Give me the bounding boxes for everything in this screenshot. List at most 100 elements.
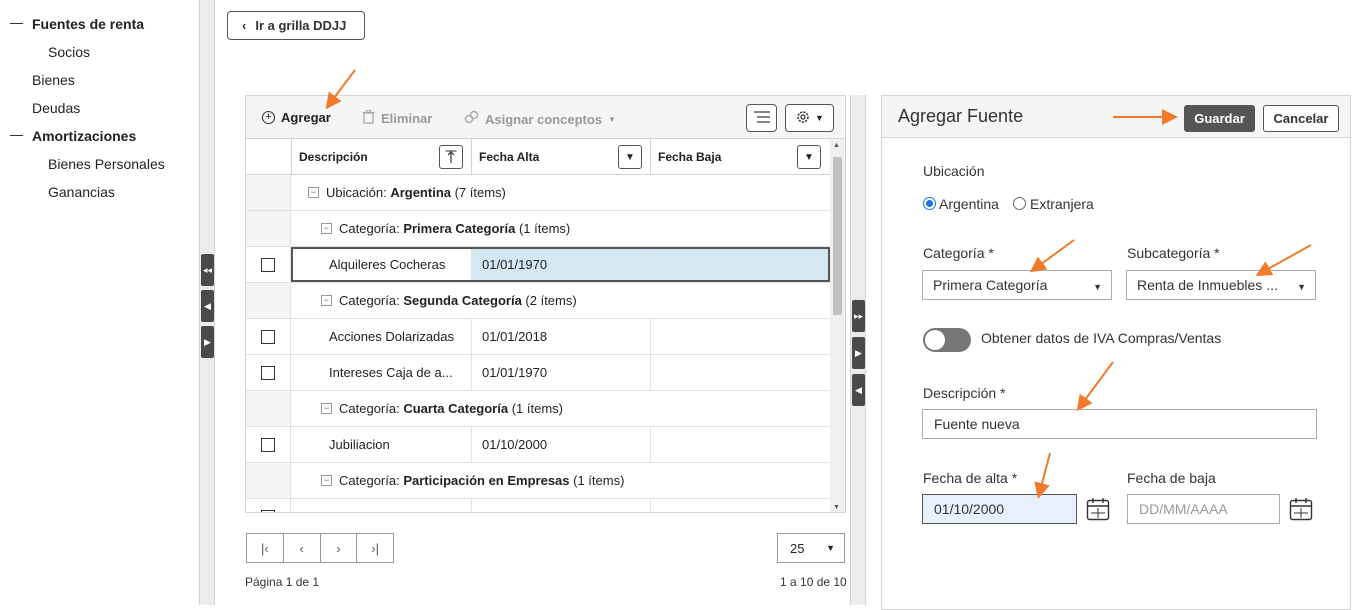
cell-fecha-baja[interactable] [650,427,830,462]
group-header[interactable]: − Categoría: Cuarta Categoría (1 ítems) [321,391,563,426]
row-checkbox[interactable] [261,366,275,380]
prev-page-icon[interactable]: ‹ [284,534,321,562]
scroll-down-icon[interactable]: ▼ [833,504,840,511]
row-checkbox[interactable] [261,438,275,452]
sidebar-item-bienes-personales[interactable]: Bienes Personales [48,156,165,172]
grid-vertical-scrollbar[interactable]: ▲ ▼ [830,139,845,512]
column-header-fecha-alta[interactable]: Fecha Alta ▼ [471,139,650,175]
cell-fecha-alta[interactable]: 01/01/2018 [471,319,650,354]
date-baja-input[interactable]: DD/MM/AAAA [1127,494,1280,524]
radio-argentina[interactable] [923,197,936,210]
row-selector-cell [246,391,291,426]
collapse-group-icon[interactable]: − [321,223,332,234]
page-size-select[interactable]: 25 ▼ [777,533,845,563]
grouping-button[interactable] [746,104,777,132]
table-row[interactable]: Alquileres Cocheras 01/01/1970 [246,247,830,283]
cell-fecha-baja[interactable] [650,499,830,512]
delete-button[interactable]: Eliminar [362,110,432,127]
next-page-icon[interactable]: › [321,534,358,562]
cell-fecha-alta[interactable] [471,499,650,512]
group-header[interactable]: − Ubicación: Argentina (7 ítems) [308,175,506,210]
group-prefix: Categoría: [339,473,404,488]
collapse-dash-icon[interactable] [10,23,23,24]
collapse-group-icon[interactable]: − [321,403,332,414]
expand-right-icon[interactable]: ▶ [852,337,865,369]
collapse-group-icon[interactable]: − [308,187,319,198]
row-checkbox[interactable] [261,258,275,272]
sort-ascending-icon[interactable] [439,145,463,169]
date-alta-label: Fecha de alta * [923,470,1018,486]
cell-fecha-baja[interactable] [650,319,830,354]
group-header[interactable]: − Categoría: Participación en Empresas (1… [321,463,624,498]
date-alta-input[interactable]: 01/10/2000 [922,494,1077,524]
radio-extranjera-label[interactable]: Extranjera [1030,196,1094,212]
assign-concepts-button[interactable]: Asignar conceptos ▼ [464,110,616,128]
group-prefix: Ubicación: [326,185,391,200]
table-row[interactable]: Intereses Caja de a... 01/01/1970 [246,355,830,391]
sidebar-item-amortizaciones[interactable]: Amortizaciones [32,128,136,144]
calendar-icon[interactable] [1289,497,1313,521]
row-selector-cell [246,319,291,354]
collapse-dash-icon[interactable] [10,135,23,136]
column-menu-icon[interactable]: ▼ [618,145,642,169]
sidebar-item-bienes[interactable]: Bienes [32,72,75,88]
last-page-icon[interactable]: ›| [357,534,393,562]
group-count: (1 ítems) [569,473,625,488]
cancel-button[interactable]: Cancelar [1263,105,1339,132]
expand-all-icon[interactable]: ▸▸ [852,300,865,332]
radio-extranjera[interactable] [1013,197,1026,210]
collapse-group-icon[interactable]: − [321,475,332,486]
group-row[interactable]: − Categoría: Participación en Empresas (1… [246,463,830,499]
row-checkbox[interactable] [261,330,275,344]
description-input[interactable]: Fuente nueva [922,409,1317,439]
group-row[interactable]: − Categoría: Primera Categoría (1 ítems) [246,211,830,247]
add-source-panel: Agregar Fuente Guardar Cancelar Ubicació… [881,95,1351,610]
cell-fecha-alta[interactable]: 01/01/1970 [471,355,650,390]
sources-grid: + Agregar Eliminar Asignar conceptos ▼ ▼… [245,95,846,513]
settings-button[interactable]: ▼ [785,104,834,132]
group-row[interactable]: − Ubicación: Argentina (7 ítems) [246,175,830,211]
add-button[interactable]: + Agregar [262,110,331,125]
cell-fecha-alta[interactable]: 01/10/2000 [471,427,650,462]
sidebar-item-fuentes-de-renta[interactable]: Fuentes de renta [32,16,144,32]
radio-argentina-label[interactable]: Argentina [939,196,999,212]
scroll-up-icon[interactable]: ▲ [833,142,840,149]
row-selector-cell [246,283,291,318]
group-header[interactable]: − Categoría: Segunda Categoría (2 ítems) [321,283,577,318]
column-header-fecha-baja[interactable]: Fecha Baja ▼ [650,139,830,175]
scrollbar-thumb[interactable] [833,157,842,315]
sidebar-item-deudas[interactable]: Deudas [32,100,80,116]
collapse-group-icon[interactable]: − [321,295,332,306]
iva-toggle[interactable] [923,328,971,352]
table-row[interactable]: Jubiliacion 01/10/2000 [246,427,830,463]
cell-fecha-baja[interactable] [650,247,830,282]
cell-descripcion[interactable]: Intereses Caja de a... [291,355,471,390]
subcategory-select[interactable]: Renta de Inmuebles ... ▼ [1126,270,1316,300]
group-header[interactable]: − Categoría: Primera Categoría (1 ítems) [321,211,570,246]
column-menu-icon[interactable]: ▼ [797,145,821,169]
cell-descripcion[interactable]: Alquileres Cocheras [291,247,471,282]
first-page-icon[interactable]: |‹ [247,534,284,562]
collapse-left-icon[interactable]: ◀ [852,374,865,406]
cell-descripcion[interactable]: Acciones Dolarizadas [291,319,471,354]
expand-right-icon[interactable]: ▶ [201,326,214,358]
group-row[interactable]: − Categoría: Segunda Categoría (2 ítems) [246,283,830,319]
cell-fecha-baja[interactable] [650,355,830,390]
table-row[interactable] [246,499,830,512]
cell-fecha-alta[interactable]: 01/01/1970 [471,247,650,282]
save-button[interactable]: Guardar [1184,105,1255,132]
back-to-grid-button[interactable]: ‹ Ir a grilla DDJJ [227,11,365,40]
sidebar-item-socios[interactable]: Socios [48,44,90,60]
row-checkbox[interactable] [261,510,275,512]
calendar-icon[interactable] [1086,497,1110,521]
group-prefix: Categoría: [339,221,404,236]
table-row[interactable]: Acciones Dolarizadas 01/01/2018 [246,319,830,355]
cell-descripcion[interactable] [291,499,471,512]
group-row[interactable]: − Categoría: Cuarta Categoría (1 ítems) [246,391,830,427]
category-select[interactable]: Primera Categoría ▼ [922,270,1112,300]
sidebar-item-ganancias[interactable]: Ganancias [48,184,115,200]
cell-descripcion[interactable]: Jubiliacion [291,427,471,462]
column-header-descripcion[interactable]: Descripción [291,139,471,175]
collapse-all-icon[interactable]: ◂◂ [201,254,214,286]
collapse-left-icon[interactable]: ◀ [201,290,214,322]
